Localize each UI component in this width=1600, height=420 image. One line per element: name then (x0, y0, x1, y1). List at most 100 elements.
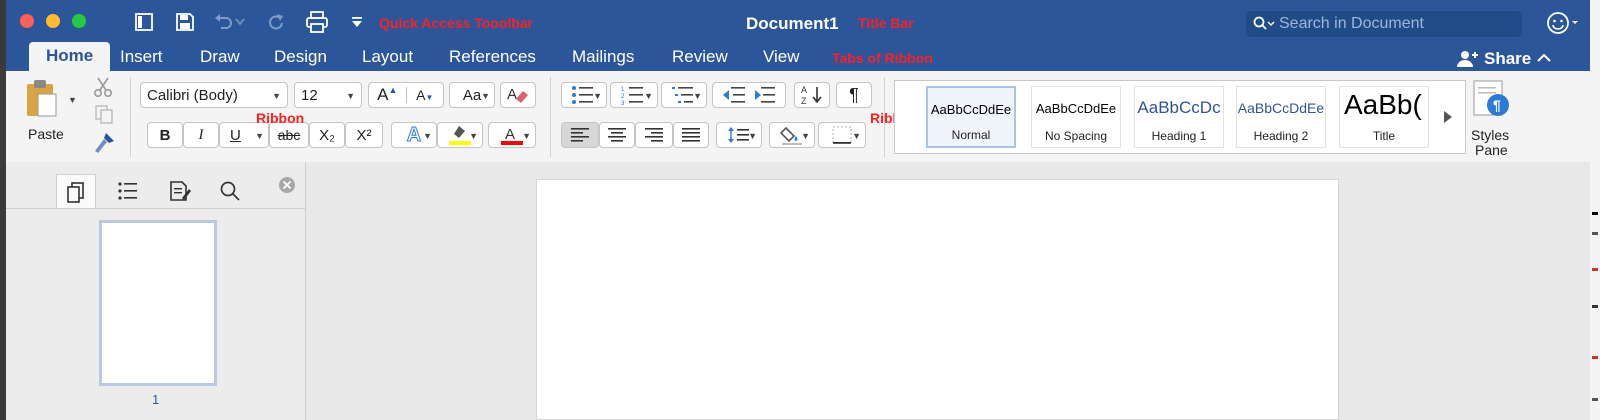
share-button[interactable]: Share (1456, 46, 1531, 71)
increase-indent-icon[interactable] (749, 85, 779, 105)
chevron-down-icon: ▼ (469, 131, 478, 141)
close-window-button[interactable] (20, 14, 34, 28)
grow-font-icon[interactable]: A▲ (369, 85, 406, 105)
undo-icon[interactable] (213, 11, 235, 33)
redo-icon[interactable] (264, 11, 286, 33)
navigation-tabs (56, 174, 246, 208)
bold-button[interactable]: B (147, 122, 183, 148)
page-number: 1 (152, 392, 160, 407)
sort-button[interactable]: AZ (794, 82, 830, 108)
save-icon[interactable] (174, 11, 196, 33)
account-icon[interactable] (1546, 10, 1580, 36)
highlight-button[interactable]: ▼ (437, 122, 483, 148)
zoom-window-button[interactable] (72, 14, 86, 28)
shrink-font-icon[interactable]: A▼ (405, 87, 444, 103)
style-name: Normal (951, 128, 991, 142)
style-preview: AaBbCcDdEe (1237, 100, 1325, 116)
paste-dropdown-icon[interactable]: ▼ (68, 95, 77, 105)
chevron-down-icon: ▼ (346, 91, 355, 101)
close-pane-icon[interactable] (278, 176, 296, 194)
tab-mailings[interactable]: Mailings (572, 46, 634, 71)
annotation-quick-access: Quick Access Tooolbar (379, 15, 534, 31)
styles-pane-icon: ¶ (1473, 80, 1509, 116)
svg-text:2: 2 (621, 94, 625, 100)
numbering-button[interactable]: 123 ▼ (610, 82, 658, 108)
tab-references[interactable]: References (449, 46, 536, 71)
style-heading-1[interactable]: AaBbCcDc Heading 1 (1134, 86, 1224, 148)
tab-home[interactable]: Home (29, 42, 111, 71)
title-bar: Quick Access Tooolbar Document1 Title Ba… (6, 0, 1590, 46)
font-size-select[interactable]: 12 ▼ (294, 82, 362, 108)
tab-layout[interactable]: Layout (362, 46, 413, 71)
clear-formatting-button[interactable]: A (500, 82, 536, 108)
svg-text:¶: ¶ (1493, 97, 1501, 113)
borders-button[interactable]: ▼ (818, 122, 866, 148)
tab-draw[interactable]: Draw (200, 46, 240, 71)
ribbon: ▼ Paste Calibri (Body) ▼ 12 ▼ A▲ A▼ Aa ▼ (6, 71, 1590, 163)
font-color-button[interactable]: A ▼ (488, 122, 536, 148)
align-center-icon (608, 128, 626, 142)
paste-icon[interactable] (24, 78, 62, 120)
tab-review[interactable]: Review (672, 46, 728, 71)
borders-icon (832, 126, 852, 144)
style-no-spacing[interactable]: AaBbCcDdEe No Spacing (1031, 86, 1121, 148)
styles-pane-label: Pane (1475, 142, 1508, 158)
ribbon-tab-bar: Home Insert Draw Design Layout Reference… (6, 42, 1590, 71)
annotation-title-bar: Title Bar (858, 15, 914, 31)
subscript-button[interactable]: X₂ (309, 122, 345, 148)
style-heading-2[interactable]: AaBbCcDdEe Heading 2 (1236, 86, 1326, 148)
justify-button[interactable] (673, 122, 709, 148)
gallery-next-icon[interactable] (1443, 110, 1455, 124)
line-spacing-button[interactable]: ▼ (716, 122, 762, 148)
page-thumbnail[interactable] (99, 220, 217, 386)
change-case-button[interactable]: Aa ▼ (449, 82, 495, 108)
style-title[interactable]: AaBb( Title (1339, 86, 1429, 148)
chevron-down-icon: ▼ (801, 131, 810, 141)
chevron-down-icon: ▼ (272, 91, 281, 101)
show-formatting-button[interactable]: ¶ (836, 82, 872, 108)
align-right-button[interactable] (635, 122, 673, 148)
shading-button[interactable]: ▼ (769, 122, 815, 148)
thumbnails-icon[interactable] (56, 174, 96, 208)
document-page[interactable] (536, 179, 1339, 420)
outline-icon[interactable] (108, 174, 148, 208)
cut-icon[interactable] (92, 76, 114, 98)
annotation-tabs: Tabs of Ribbon (832, 50, 933, 66)
multilevel-list-button[interactable]: ▼ (661, 82, 707, 108)
font-name-select[interactable]: Calibri (Body) ▼ (140, 82, 288, 108)
italic-button[interactable]: I (183, 122, 219, 148)
tab-design[interactable]: Design (274, 46, 327, 71)
align-left-button[interactable] (561, 122, 599, 148)
superscript-button[interactable]: X² (345, 122, 383, 148)
review-icon[interactable] (160, 174, 200, 208)
print-icon[interactable] (304, 11, 330, 33)
search-input[interactable]: Search in Document (1279, 15, 1424, 33)
paste-label[interactable]: Paste (28, 126, 64, 142)
align-center-button[interactable] (599, 122, 635, 148)
decrease-indent-icon[interactable] (719, 85, 749, 105)
word-window: Quick Access Tooolbar Document1 Title Ba… (6, 0, 1590, 420)
undo-dropdown-icon[interactable] (234, 11, 246, 33)
tab-insert[interactable]: Insert (120, 46, 163, 71)
copy-icon[interactable] (94, 104, 114, 124)
chevron-down-icon: ▼ (693, 91, 702, 101)
bullets-button[interactable]: ▼ (561, 82, 607, 108)
style-name: Heading 2 (1253, 129, 1309, 143)
style-normal[interactable]: AaBbCcDdEe Normal (926, 86, 1016, 148)
tab-view[interactable]: View (763, 46, 800, 71)
chevron-down-icon: ▼ (522, 131, 531, 141)
separator (130, 77, 131, 157)
search-icon[interactable] (210, 174, 250, 208)
minimize-window-button[interactable] (46, 14, 60, 28)
customize-dropdown-icon[interactable] (346, 11, 368, 33)
svg-text:A: A (801, 85, 807, 95)
font-size-value: 12 (301, 86, 318, 104)
styles-pane-button[interactable]: ¶ Styles Pane (1468, 79, 1528, 159)
sidebar-icon[interactable] (133, 11, 155, 33)
format-painter-icon[interactable] (92, 131, 116, 155)
search-box[interactable]: Search in Document (1246, 11, 1522, 37)
collapse-ribbon-icon[interactable] (1536, 51, 1552, 65)
svg-text:3: 3 (621, 101, 625, 105)
separator (550, 77, 551, 157)
text-effects-button[interactable]: A ▼ (391, 122, 437, 148)
